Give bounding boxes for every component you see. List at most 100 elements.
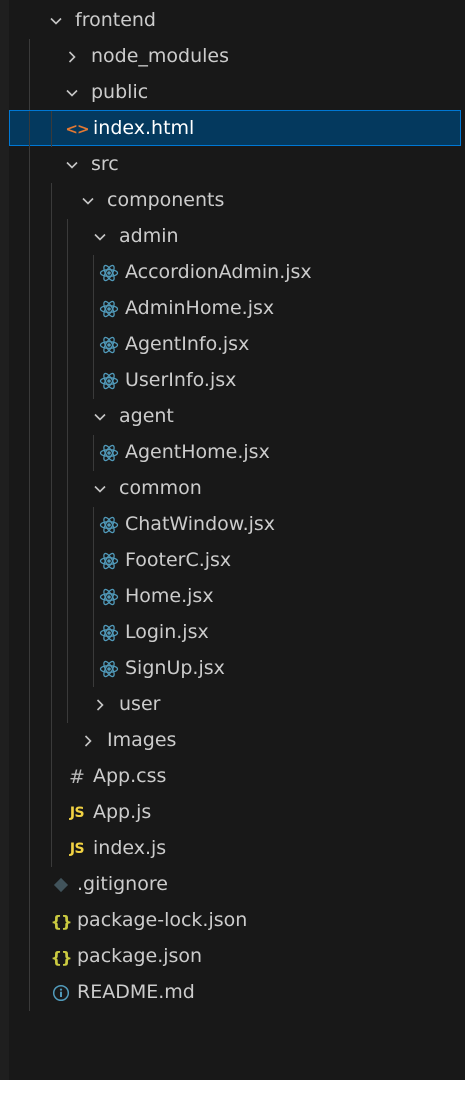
indent-guide <box>29 39 30 75</box>
indent-guide <box>29 651 30 687</box>
indent-guide <box>67 291 68 327</box>
indent-guide <box>67 255 68 291</box>
tree-file-index-html[interactable]: <> index.html <box>9 110 461 147</box>
tree-file-agentinfo-jsx[interactable]: AgentInfo.jsx <box>9 326 461 363</box>
tree-file-login-jsx[interactable]: Login.jsx <box>9 614 461 651</box>
indent-guide <box>67 615 68 651</box>
indent-guide <box>51 759 52 795</box>
indent-guide <box>67 435 68 471</box>
indent-guide <box>93 651 94 687</box>
chevron-down-icon[interactable] <box>47 3 65 39</box>
tree-file-app-css[interactable]: # App.css <box>9 758 461 795</box>
indent-guide <box>67 327 68 363</box>
chevron-right-icon[interactable] <box>63 39 81 75</box>
indent-guide <box>29 507 30 543</box>
tree-file-userinfo-jsx[interactable]: UserInfo.jsx <box>9 362 461 399</box>
indent-guide <box>29 363 30 399</box>
chevron-down-icon[interactable] <box>63 147 81 183</box>
tree-item-label: src <box>91 153 119 175</box>
indent-guide <box>51 579 52 615</box>
tree-file-agenthome-jsx[interactable]: AgentHome.jsx <box>9 434 461 471</box>
chevron-down-icon[interactable] <box>91 471 109 507</box>
indent-guide <box>29 579 30 615</box>
indent-guide <box>93 291 94 327</box>
tree-folder-public[interactable]: public <box>9 74 461 111</box>
explorer-left-edge <box>0 0 9 1103</box>
indent-guide <box>51 399 52 435</box>
indent-guide <box>51 471 52 507</box>
chevron-down-icon[interactable] <box>91 399 109 435</box>
tree-file-accordionadmin-jsx[interactable]: AccordionAdmin.jsx <box>9 254 461 291</box>
tree-item-label: frontend <box>75 9 156 31</box>
react-file-icon <box>97 327 121 363</box>
tree-item-label: node_modules <box>91 45 230 67</box>
indent-guide <box>93 363 94 399</box>
tree-file-home-jsx[interactable]: Home.jsx <box>9 578 461 615</box>
indent-guide <box>29 759 30 795</box>
tree-file-app-js[interactable]: JS App.js <box>9 794 461 831</box>
chevron-right-icon[interactable] <box>91 687 109 723</box>
tree-folder-images[interactable]: Images <box>9 722 461 759</box>
indent-guide <box>67 507 68 543</box>
git-file-icon <box>49 867 73 903</box>
indent-guide <box>29 327 30 363</box>
indent-guide <box>67 471 68 507</box>
indent-guide <box>93 543 94 579</box>
indent-guide <box>29 111 30 147</box>
tree-file-gitignore[interactable]: .gitignore <box>9 866 461 903</box>
tree-file-signup-jsx[interactable]: SignUp.jsx <box>9 650 461 687</box>
html-file-icon: <> <box>65 120 89 138</box>
indent-guide <box>51 327 52 363</box>
tree-item-label: index.js <box>93 837 167 859</box>
tree-file-index-js[interactable]: JS index.js <box>9 830 461 867</box>
tree-file-package-json[interactable]: {} package.json <box>9 938 461 975</box>
tree-item-label: user <box>119 693 161 715</box>
tree-folder-admin[interactable]: admin <box>9 218 461 255</box>
indent-guide <box>29 219 30 255</box>
tree-folder-frontend[interactable]: frontend <box>9 2 461 38</box>
indent-guide <box>51 219 52 255</box>
js-file-icon: JS <box>69 805 85 821</box>
chevron-down-icon[interactable] <box>79 183 97 219</box>
tree-folder-node-modules[interactable]: node_modules <box>9 38 461 75</box>
tree-file-adminhome-jsx[interactable]: AdminHome.jsx <box>9 290 461 327</box>
tree-file-readme-md[interactable]: README.md <box>9 974 461 1011</box>
indent-guide <box>51 111 52 147</box>
indent-guide <box>29 615 30 651</box>
chevron-down-icon[interactable] <box>63 75 81 111</box>
chevron-down-icon[interactable] <box>91 219 109 255</box>
indent-guide <box>29 75 30 111</box>
indent-guide <box>67 399 68 435</box>
tree-folder-components[interactable]: components <box>9 182 461 219</box>
tree-item-label: App.css <box>93 765 167 787</box>
indent-guide <box>51 183 52 219</box>
tree-folder-src[interactable]: src <box>9 146 461 183</box>
tree-folder-agent[interactable]: agent <box>9 398 461 435</box>
indent-guide <box>67 579 68 615</box>
tree-item-label: index.html <box>93 117 195 139</box>
indent-guide <box>29 723 30 759</box>
indent-guide <box>51 507 52 543</box>
indent-guide <box>93 255 94 291</box>
react-file-icon <box>97 435 121 471</box>
indent-guide <box>29 975 30 1011</box>
indent-guide <box>29 867 30 903</box>
indent-guide <box>51 831 52 867</box>
chevron-right-icon[interactable] <box>79 723 97 759</box>
indent-guide <box>51 687 52 723</box>
info-file-icon <box>49 975 73 1011</box>
tree-file-footerc-jsx[interactable]: FooterC.jsx <box>9 542 461 579</box>
tree-folder-common[interactable]: common <box>9 470 461 507</box>
indent-guide <box>29 903 30 939</box>
indent-guide <box>67 687 68 723</box>
tree-file-package-lock-json[interactable]: {} package-lock.json <box>9 902 461 939</box>
tree-item-label: package.json <box>77 945 203 967</box>
react-file-icon <box>97 651 121 687</box>
react-file-icon <box>97 255 121 291</box>
react-file-icon <box>97 579 121 615</box>
tree-item-label: package-lock.json <box>77 909 248 931</box>
tree-file-chatwindow-jsx[interactable]: ChatWindow.jsx <box>9 506 461 543</box>
indent-guide <box>67 219 68 255</box>
tree-folder-user[interactable]: user <box>9 686 461 723</box>
tree-item-label: agent <box>119 405 174 427</box>
